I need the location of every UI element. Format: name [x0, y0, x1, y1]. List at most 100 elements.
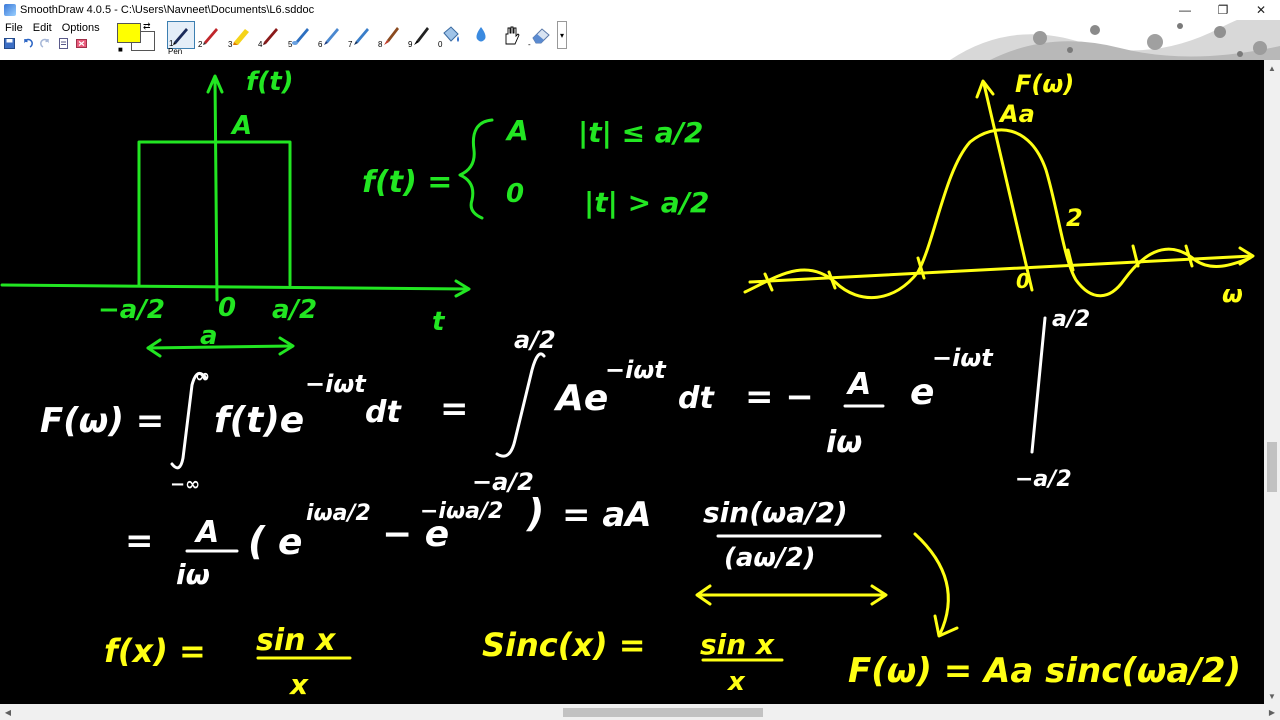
redo-icon[interactable] — [38, 37, 52, 50]
paintbrush-icon — [384, 27, 399, 45]
eq-exp-1: −iωt — [305, 370, 367, 398]
eq-int-lower: −∞ — [170, 474, 200, 495]
window-controls: — ❐ ✕ — [1166, 0, 1280, 20]
tool-crayon[interactable]: 4 — [257, 21, 285, 49]
tool-eraser[interactable]: - — [527, 21, 555, 49]
piecewise-cond-1: |t| ≤ a/2 — [578, 116, 703, 149]
crayon-icon — [263, 28, 278, 45]
tool-pen[interactable]: 1 — [167, 21, 195, 49]
eq-e3: e — [910, 372, 934, 413]
airbrush-icon — [324, 28, 339, 45]
piecewise-cond-2: |t| > a/2 — [584, 186, 709, 219]
fx-lhs: f(x) = — [104, 632, 206, 670]
eq2-exp-pos: iωa/2 — [306, 501, 371, 526]
menu-edit[interactable]: Edit — [28, 22, 57, 34]
decorative-banner — [920, 20, 1280, 60]
whiteboard-drawing: f(t) A −a/2 0 a/2 t a f(t) = A |t| ≤ a/2… — [0, 67, 1255, 701]
width-arrow — [146, 344, 294, 350]
eq-eval-upper: a/2 — [1052, 307, 1090, 332]
horizontal-scrollbar[interactable]: ◀ ▶ — [0, 704, 1280, 720]
scroll-left-icon[interactable]: ◀ — [0, 704, 16, 720]
scroll-right-icon[interactable]: ▶ — [1264, 704, 1280, 720]
eq2-iw: iω — [176, 558, 210, 591]
tool-highlighter[interactable]: 3 — [227, 21, 255, 49]
save-icon[interactable] — [2, 37, 16, 50]
eq-dt-2: dt — [678, 381, 715, 416]
tool-pencil[interactable]: 2 — [197, 21, 225, 49]
eq-eval-lower: −a/2 — [1015, 467, 1072, 492]
eq2-paren-open: ( — [248, 519, 266, 563]
horizontal-scroll-thumb[interactable] — [563, 708, 763, 717]
scroll-up-icon[interactable]: ▲ — [1264, 60, 1280, 76]
app-icon — [4, 4, 16, 16]
pulse-f-axis — [213, 76, 219, 302]
window-title: SmoothDraw 4.0.5 - C:\Users\Navneet\Docu… — [20, 4, 315, 16]
menu-file[interactable]: File — [0, 22, 28, 34]
integral-sign-1 — [170, 371, 208, 470]
quick-access-bar — [2, 37, 88, 50]
title-bar: SmoothDraw 4.0.5 - C:\Users\Navneet\Docu… — [0, 0, 1280, 20]
eq-int-upper: ∞ — [195, 366, 210, 387]
clear-page-icon[interactable] — [74, 37, 88, 50]
label-two: 2 — [1066, 204, 1083, 232]
chevron-down-icon: ▾ — [559, 30, 564, 40]
undo-icon[interactable] — [20, 37, 34, 50]
eq-equals-2: = — [440, 389, 469, 429]
label-t-axis: t — [432, 307, 446, 337]
label-neg-a2: −a/2 — [98, 295, 165, 325]
label-zero: 0 — [218, 293, 236, 323]
tool-paintbrush[interactable]: 8 — [377, 21, 405, 49]
tool-brush[interactable]: 5 — [287, 21, 315, 49]
swap-colors-icon[interactable]: ⇄ — [143, 21, 151, 32]
foreground-color-swatch[interactable] — [117, 23, 141, 43]
label-Aa: Aa — [998, 100, 1035, 128]
label-w-axis: ω — [1222, 280, 1243, 308]
minimize-button[interactable]: — — [1166, 0, 1204, 20]
sinc-den: x — [726, 667, 746, 697]
eq-F-w: F(ω) = — [40, 401, 164, 441]
new-page-icon[interactable] — [56, 37, 70, 50]
label-pos-a2: a/2 — [272, 295, 317, 325]
highlighter-icon — [233, 29, 249, 45]
eq2-sin-den: (aω/2) — [724, 543, 816, 573]
reset-colors-icon[interactable]: ■ — [118, 45, 123, 54]
result-arrow — [913, 532, 950, 636]
sinc-curve — [743, 128, 1252, 300]
eq2-sin-num: sin(ωa/2) — [703, 496, 848, 529]
tool-water[interactable] — [467, 21, 495, 49]
pulse-t-axis — [0, 283, 470, 291]
eq-frac-iw: iω — [826, 425, 862, 460]
brush-icon — [292, 28, 309, 45]
eq2-equals: = — [125, 521, 154, 561]
eq2-equals-aA: = aA — [562, 495, 652, 535]
drawing-canvas[interactable]: f(t) A −a/2 0 a/2 t a f(t) = A |t| ≤ a/2… — [0, 60, 1264, 704]
label-zero-w: 0 — [1016, 269, 1030, 293]
piecewise-brace — [458, 118, 494, 220]
eq-dt-1: dt — [365, 395, 402, 430]
tools-dropdown[interactable]: ▾ — [557, 21, 567, 49]
hand-icon — [505, 26, 520, 45]
sinc-num: sin x — [700, 628, 775, 661]
evaluation-bar — [1030, 316, 1047, 454]
vertical-scrollbar[interactable]: ▲ ▼ — [1264, 60, 1280, 704]
tool-airbrush[interactable]: 6 — [317, 21, 345, 49]
eq-equals-3: = − — [745, 377, 814, 417]
tool-ink[interactable]: 9 — [407, 21, 435, 49]
water-drop-icon — [476, 27, 486, 42]
tool-hand[interactable] — [497, 21, 525, 49]
marker-icon — [354, 28, 369, 45]
tool-marker[interactable]: 7 — [347, 21, 375, 49]
pencil-icon — [203, 28, 218, 45]
fx-num: sin x — [256, 623, 337, 658]
tool-bucket[interactable]: 0 — [437, 21, 465, 49]
scroll-down-icon[interactable]: ▼ — [1264, 688, 1280, 704]
eq-exp-2: −iωt — [605, 356, 667, 384]
restore-button[interactable]: ❐ — [1204, 0, 1242, 20]
menu-options[interactable]: Options — [57, 22, 105, 34]
vertical-scroll-thumb[interactable] — [1267, 442, 1277, 492]
piecewise-0: 0 — [506, 179, 524, 209]
label-A-top: A — [230, 111, 252, 141]
close-button[interactable]: ✕ — [1242, 0, 1280, 20]
eq-Ae: Ae — [553, 378, 608, 419]
piecewise-A: A — [505, 114, 529, 147]
